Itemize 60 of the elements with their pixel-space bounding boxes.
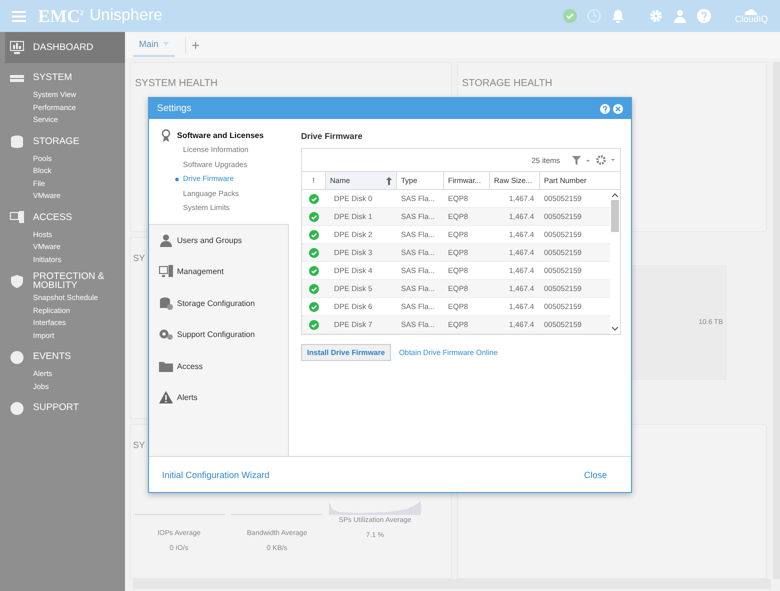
- scrollbar-thumb[interactable]: [611, 200, 619, 232]
- sidebar-section[interactable]: DASHBOARD: [5, 32, 125, 63]
- gears-icon: [159, 328, 173, 342]
- status-check-icon: [309, 266, 319, 276]
- database-icon: [159, 296, 173, 310]
- gear-icon[interactable]: [596, 155, 616, 165]
- warning-icon: [159, 391, 173, 404]
- status-check-icon: [309, 194, 319, 204]
- status-check-icon: [309, 284, 319, 294]
- clock-icon[interactable]: [586, 9, 601, 23]
- shield-icon: [10, 274, 24, 288]
- scroll-down-icon[interactable]: [612, 327, 618, 331]
- menu-icon[interactable]: [12, 10, 26, 22]
- close-link[interactable]: Close: [584, 470, 607, 480]
- tab[interactable]: Main: [133, 33, 175, 57]
- status-check-icon: [309, 230, 319, 240]
- folder-icon: [159, 360, 173, 373]
- product-name: Unisphere: [90, 7, 162, 25]
- close-icon[interactable]: [613, 104, 623, 114]
- sidebar-section[interactable]: EVENTS: [5, 346, 125, 368]
- monitor-icon: [10, 211, 24, 224]
- tab[interactable]: +: [184, 37, 206, 53]
- panel-title: STORAGE HEALTH: [462, 78, 552, 89]
- status-check-icon: [309, 212, 319, 222]
- sidebar-section[interactable]: STORAGE: [5, 130, 125, 152]
- filter-icon[interactable]: [572, 156, 590, 164]
- database-icon: [10, 135, 24, 148]
- cloud-icon: [743, 8, 760, 15]
- sidebar-section[interactable]: ACCESS: [5, 206, 125, 228]
- monitor-icon: [10, 41, 24, 54]
- settings-category[interactable]: Software and Licenses: [149, 127, 289, 143]
- logo: EMC$^{2}$: [38, 6, 84, 26]
- wizard-link[interactable]: Initial Configuration Wizard: [162, 470, 270, 480]
- status-check-icon: [309, 320, 319, 330]
- status-check-icon: [309, 302, 319, 312]
- check-circle-icon[interactable]: [562, 9, 577, 23]
- dialog-title: Settings: [157, 103, 192, 114]
- sidebar-section[interactable]: PROTECTION & MOBILITY: [5, 270, 125, 292]
- panel-title: SYSTEM HEALTH: [135, 78, 218, 89]
- settings-category[interactable]: Storage Configuration: [149, 288, 288, 319]
- sidebar-section[interactable]: SYSTEM: [5, 67, 125, 89]
- settings-category[interactable]: Alerts: [149, 382, 288, 414]
- settings-category[interactable]: Users and Groups: [149, 224, 288, 256]
- panel-title: SY: [133, 440, 146, 450]
- scroll-up-icon[interactable]: [612, 193, 618, 197]
- settings-category[interactable]: Access: [149, 350, 288, 382]
- panel-title: SY: [133, 253, 146, 263]
- monitor-icon: [159, 265, 173, 278]
- sidebar-section[interactable]: SUPPORT: [5, 397, 125, 419]
- bell-icon[interactable]: [610, 8, 625, 24]
- status-check-icon: [309, 248, 319, 258]
- user-icon[interactable]: [672, 9, 687, 23]
- settings-category[interactable]: Management: [149, 256, 288, 288]
- user-icon: [159, 234, 173, 247]
- settings-icon[interactable]: [648, 9, 663, 23]
- settings-category[interactable]: Support Configuration: [149, 319, 288, 350]
- section-title: Drive Firmware: [301, 131, 364, 141]
- award-icon: [159, 128, 173, 142]
- caret-icon: [162, 42, 169, 46]
- sort-arrow-icon: [386, 176, 392, 184]
